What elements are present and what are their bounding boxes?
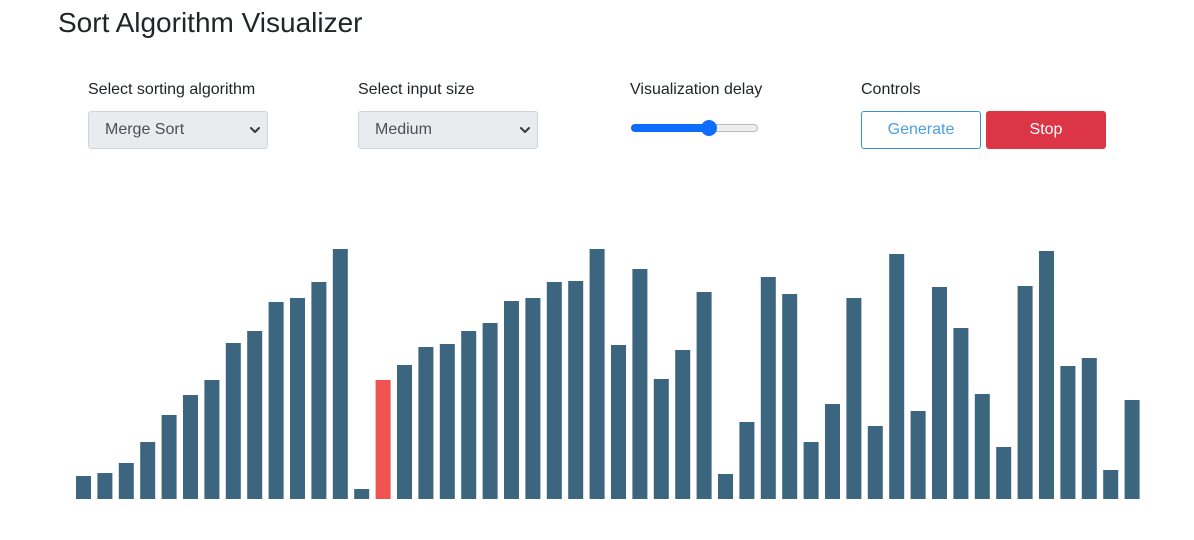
array-bar xyxy=(910,411,926,499)
array-bar xyxy=(889,254,905,499)
array-bar xyxy=(461,331,477,499)
array-bar xyxy=(825,404,840,499)
array-bar xyxy=(1017,286,1033,499)
array-bar xyxy=(782,294,798,499)
array-bar xyxy=(247,331,263,499)
array-bar xyxy=(589,249,605,499)
array-bar xyxy=(803,442,819,499)
array-bar xyxy=(418,347,434,499)
array-bar xyxy=(696,292,712,499)
array-bar xyxy=(183,395,198,499)
array-bar xyxy=(439,344,455,499)
array-bar xyxy=(739,422,755,499)
array-bar xyxy=(204,380,220,499)
array-bar xyxy=(161,415,177,499)
array-bar xyxy=(675,350,691,499)
array-bar xyxy=(1124,400,1140,499)
array-bars xyxy=(76,249,1140,499)
array-bar xyxy=(140,442,156,499)
array-bar xyxy=(354,489,370,499)
array-bar xyxy=(546,282,562,499)
array-bar xyxy=(1060,366,1076,499)
array-bar xyxy=(397,365,412,499)
array-bar xyxy=(974,394,990,499)
array-bar xyxy=(225,343,241,499)
array-bar xyxy=(932,287,947,499)
array-bar xyxy=(118,463,134,499)
page: Sort Algorithm Visualizer Select sorting… xyxy=(0,0,1194,540)
array-bar xyxy=(568,281,584,499)
array-bar xyxy=(611,345,626,499)
array-bar xyxy=(1039,251,1054,499)
array-bar xyxy=(718,474,733,499)
array-bar xyxy=(653,379,669,499)
array-bar xyxy=(1081,358,1097,499)
array-bar xyxy=(632,269,648,499)
array-bar xyxy=(867,426,883,499)
array-bar xyxy=(76,476,91,499)
array-bar xyxy=(1103,470,1119,499)
array-bar xyxy=(332,249,348,499)
array-bar xyxy=(996,447,1012,499)
array-bar xyxy=(311,282,327,499)
array-bar xyxy=(290,298,305,499)
array-bar xyxy=(482,323,498,499)
array-bar-active xyxy=(375,380,391,499)
array-bar xyxy=(525,298,541,499)
array-bar xyxy=(846,298,862,499)
array-bar xyxy=(268,302,284,499)
array-bar xyxy=(953,328,969,499)
array-bar xyxy=(97,473,113,499)
array-bar xyxy=(760,277,776,499)
array-bar xyxy=(504,301,519,499)
